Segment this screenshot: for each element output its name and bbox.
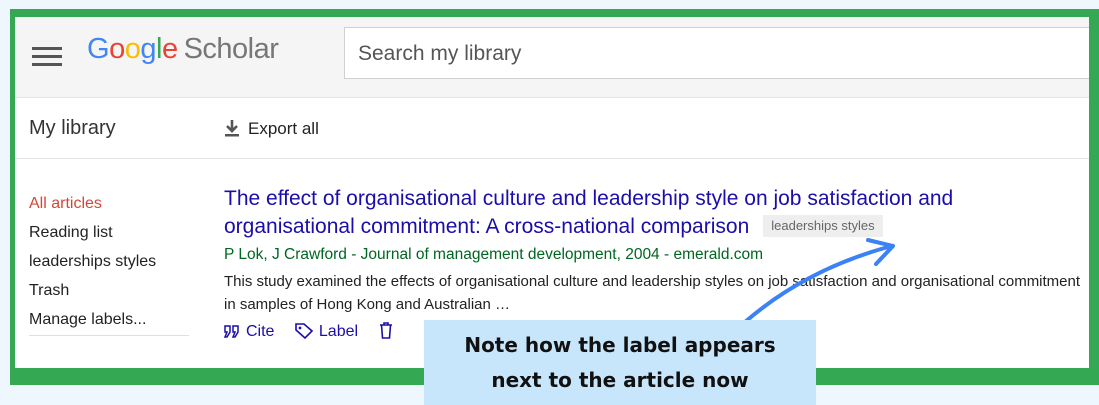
callout-line-1: Note how the label appears [464, 333, 776, 357]
callout-line-2: next to the article now [491, 368, 749, 392]
annotation-callout: Note how the label appears next to the a… [424, 320, 816, 405]
